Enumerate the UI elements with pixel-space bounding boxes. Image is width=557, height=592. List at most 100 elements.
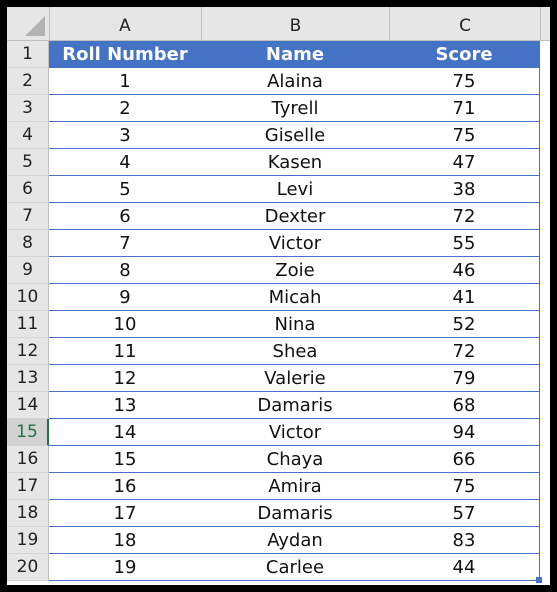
row-header[interactable]: 9 [7, 257, 49, 284]
row-header[interactable]: 13 [7, 365, 49, 392]
cell-score[interactable]: 44 [389, 554, 540, 581]
row-header[interactable]: 19 [7, 527, 49, 554]
cell-score[interactable]: 52 [389, 311, 540, 338]
cell-roll-number[interactable]: 19 [49, 554, 201, 581]
table-row: 12 11 Shea 72 [7, 338, 550, 365]
row-header[interactable]: 8 [7, 230, 49, 257]
cell-name[interactable]: Tyrell [201, 95, 389, 122]
cell-roll-number[interactable]: 5 [49, 176, 201, 203]
table-row: 9 8 Zoie 46 [7, 257, 550, 284]
cell-score[interactable]: 47 [389, 149, 540, 176]
cell-score[interactable]: 66 [389, 446, 540, 473]
row-header[interactable]: 6 [7, 176, 49, 203]
table-row: 6 5 Levi 38 [7, 176, 550, 203]
cell-roll-number[interactable]: 10 [49, 311, 201, 338]
row-header[interactable]: 15 [7, 419, 49, 446]
cell-name[interactable]: Micah [201, 284, 389, 311]
table-row: 4 3 Giselle 75 [7, 122, 550, 149]
header-cell-roll-number[interactable]: Roll Number [49, 41, 201, 68]
cell-name[interactable]: Amira [201, 473, 389, 500]
cell-score[interactable]: 75 [389, 473, 540, 500]
cell-score[interactable]: 75 [389, 122, 540, 149]
table-row: 16 15 Chaya 66 [7, 446, 550, 473]
cell-roll-number[interactable]: 6 [49, 203, 201, 230]
cell-name[interactable]: Zoie [201, 257, 389, 284]
cell-name[interactable]: Damaris [201, 500, 389, 527]
table-row: 3 2 Tyrell 71 [7, 95, 550, 122]
cell-score[interactable]: 94 [389, 419, 540, 446]
header-cell-score[interactable]: Score [389, 41, 540, 68]
cell-roll-number[interactable]: 1 [49, 68, 201, 95]
cell-roll-number[interactable]: 2 [49, 95, 201, 122]
cell-score[interactable]: 41 [389, 284, 540, 311]
table-row: 7 6 Dexter 72 [7, 203, 550, 230]
cell-score[interactable]: 55 [389, 230, 540, 257]
cell-name[interactable]: Kasen [201, 149, 389, 176]
row-header[interactable]: 5 [7, 149, 49, 176]
row-header[interactable]: 18 [7, 500, 49, 527]
row-header[interactable]: 2 [7, 68, 49, 95]
cell-roll-number[interactable]: 13 [49, 392, 201, 419]
cell-score[interactable]: 72 [389, 203, 540, 230]
table-row: 20 19 Carlee 44 [7, 554, 550, 581]
cell-name[interactable]: Victor [201, 230, 389, 257]
cell-roll-number[interactable]: 14 [49, 419, 201, 446]
cell-name[interactable]: Valerie [201, 365, 389, 392]
row-header[interactable]: 20 [7, 554, 49, 581]
cell-roll-number[interactable]: 9 [49, 284, 201, 311]
table-row: 13 12 Valerie 79 [7, 365, 550, 392]
cell-roll-number[interactable]: 18 [49, 527, 201, 554]
column-header-b[interactable]: B [202, 7, 390, 40]
cell-roll-number[interactable]: 4 [49, 149, 201, 176]
cell-roll-number[interactable]: 8 [49, 257, 201, 284]
cell-roll-number[interactable]: 7 [49, 230, 201, 257]
table-header-row: 1 Roll Number Name Score [7, 41, 550, 68]
table-row: 10 9 Micah 41 [7, 284, 550, 311]
cell-score[interactable]: 38 [389, 176, 540, 203]
row-header[interactable]: 10 [7, 284, 49, 311]
fill-handle[interactable] [536, 577, 542, 583]
row-header[interactable]: 1 [7, 41, 49, 68]
column-header-bar: A B C [7, 7, 550, 41]
cell-score[interactable]: 71 [389, 95, 540, 122]
cell-roll-number[interactable]: 16 [49, 473, 201, 500]
table-row: 19 18 Aydan 83 [7, 527, 550, 554]
cell-name[interactable]: Shea [201, 338, 389, 365]
row-header[interactable]: 4 [7, 122, 49, 149]
cell-roll-number[interactable]: 11 [49, 338, 201, 365]
cell-name[interactable]: Dexter [201, 203, 389, 230]
column-header-c[interactable]: C [390, 7, 541, 40]
cell-name[interactable]: Alaina [201, 68, 389, 95]
cell-name[interactable]: Carlee [201, 554, 389, 581]
column-header-a[interactable]: A [49, 7, 202, 40]
cell-name[interactable]: Giselle [201, 122, 389, 149]
cell-name[interactable]: Levi [201, 176, 389, 203]
cell-name[interactable]: Nina [201, 311, 389, 338]
row-header[interactable]: 12 [7, 338, 49, 365]
cell-score[interactable]: 68 [389, 392, 540, 419]
cell-score[interactable]: 83 [389, 527, 540, 554]
select-all-triangle-icon [25, 16, 45, 36]
table-row: 8 7 Victor 55 [7, 230, 550, 257]
cell-name[interactable]: Damaris [201, 392, 389, 419]
cell-roll-number[interactable]: 17 [49, 500, 201, 527]
cell-score[interactable]: 79 [389, 365, 540, 392]
row-header[interactable]: 16 [7, 446, 49, 473]
row-header[interactable]: 3 [7, 95, 49, 122]
cell-score[interactable]: 75 [389, 68, 540, 95]
row-header[interactable]: 14 [7, 392, 49, 419]
row-header[interactable]: 11 [7, 311, 49, 338]
cell-roll-number[interactable]: 3 [49, 122, 201, 149]
cell-name[interactable]: Victor [201, 419, 389, 446]
cell-score[interactable]: 57 [389, 500, 540, 527]
cell-score[interactable]: 46 [389, 257, 540, 284]
cell-name[interactable]: Chaya [201, 446, 389, 473]
row-header[interactable]: 17 [7, 473, 49, 500]
cell-name[interactable]: Aydan [201, 527, 389, 554]
select-all-button[interactable] [7, 7, 50, 40]
cell-score[interactable]: 72 [389, 338, 540, 365]
row-header[interactable]: 7 [7, 203, 49, 230]
cell-roll-number[interactable]: 15 [49, 446, 201, 473]
cell-roll-number[interactable]: 12 [49, 365, 201, 392]
header-cell-name[interactable]: Name [201, 41, 389, 68]
